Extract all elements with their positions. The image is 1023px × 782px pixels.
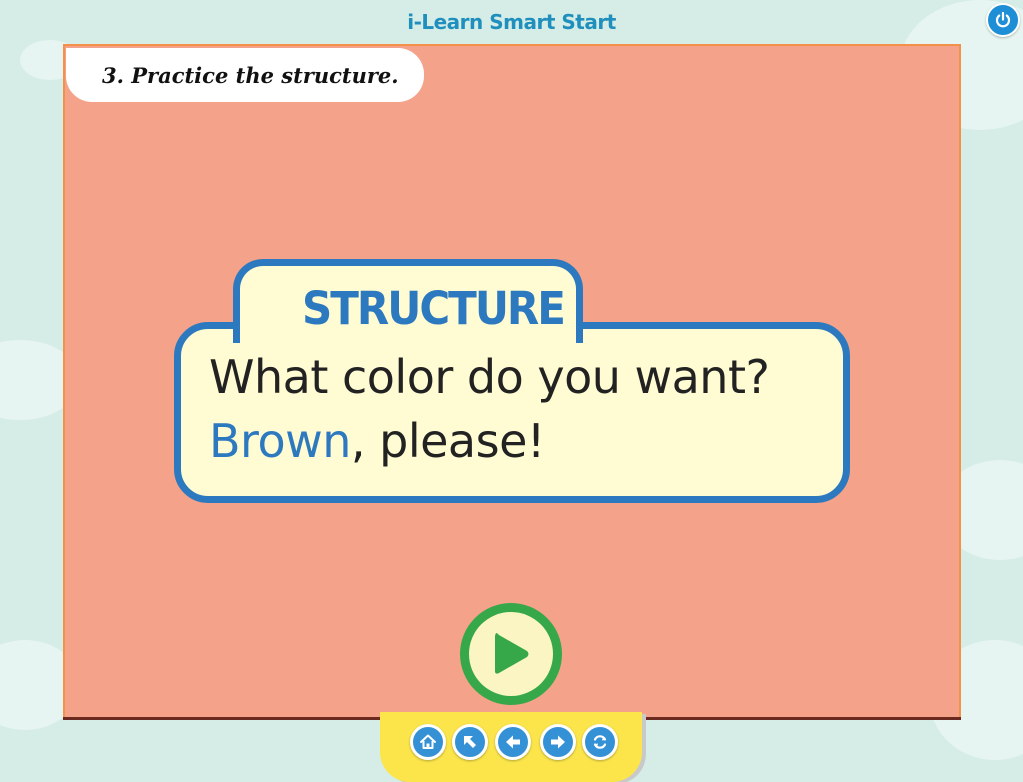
app-title: i-Learn Smart Start: [407, 10, 616, 34]
structure-answer: Brown, please!: [209, 414, 545, 468]
previous-button[interactable]: [495, 724, 531, 760]
power-button[interactable]: [986, 3, 1020, 37]
home-button[interactable]: [410, 724, 446, 760]
replay-button[interactable]: [582, 724, 618, 760]
power-icon: [995, 11, 1011, 28]
arrow-up-left-icon: [464, 736, 476, 748]
play-button[interactable]: [460, 603, 562, 705]
back-to-menu-button[interactable]: [452, 724, 488, 760]
answer-highlight: Brown: [209, 414, 351, 468]
next-button[interactable]: [540, 724, 576, 760]
instruction-label: 3. Practice the structure.: [66, 48, 424, 102]
play-icon: [495, 633, 529, 674]
structure-heading: STRUCTURE: [302, 282, 566, 335]
refresh-icon: [593, 735, 607, 749]
answer-rest: , please!: [350, 414, 545, 468]
home-icon: [420, 734, 436, 749]
structure-question: What color do you want?: [209, 350, 770, 404]
arrow-left-icon: [506, 735, 520, 749]
arrow-right-icon: [551, 735, 565, 749]
play-button-inner: [469, 612, 553, 696]
